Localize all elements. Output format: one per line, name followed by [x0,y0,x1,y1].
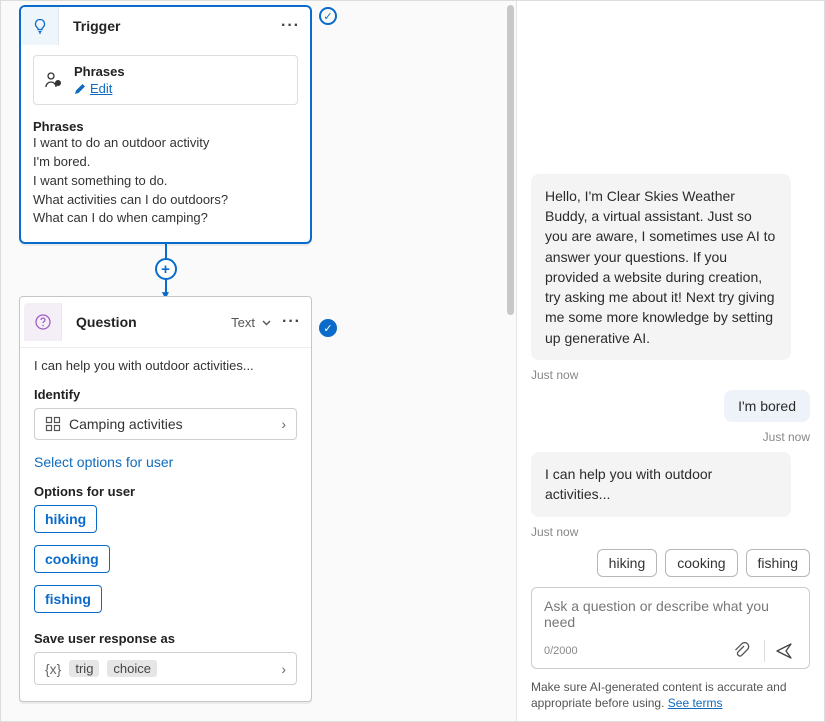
variable-picker[interactable]: {x} trig choice › [34,652,297,685]
phrases-list: I want to do an outdoor activity I'm bor… [33,134,298,228]
send-icon [775,642,793,660]
chat-input[interactable]: Ask a question or describe what you need… [531,587,810,669]
question-node[interactable]: Question Text ··· I can help you with ou… [19,296,312,702]
pencil-icon [74,83,86,95]
trigger-header: Trigger ··· [21,7,310,45]
question-body: I can help you with outdoor activities..… [20,348,311,701]
timestamp: Just now [763,430,810,444]
phrases-card[interactable]: Phrases Edit [33,55,298,105]
question-header: Question Text ··· [20,297,311,348]
chevron-right-icon: › [281,416,286,432]
question-title: Question [62,314,231,330]
phrases-heading: Phrases [33,119,298,134]
select-options-link[interactable]: Select options for user [34,454,173,470]
suggested-chip[interactable]: fishing [746,549,810,577]
question-more-button[interactable]: ··· [282,313,301,331]
suggested-chip[interactable]: hiking [597,549,658,577]
trigger-title: Trigger [59,18,281,34]
phrases-card-title: Phrases [74,64,125,79]
chat-messages: Hello, I'm Clear Skies Weather Buddy, a … [517,1,824,583]
ai-disclaimer: Make sure AI-generated content is accura… [531,679,810,711]
suggested-actions: hiking cooking fishing [597,549,810,577]
phrase-item: What activities can I do outdoors? [33,191,298,210]
variable-icon: {x} [45,661,61,677]
option-chip[interactable]: hiking [34,505,97,533]
test-chat-panel: Hello, I'm Clear Skies Weather Buddy, a … [517,1,824,721]
options-label: Options for user [34,484,297,499]
chat-input-footer: 0/2000 [544,640,797,662]
suggested-chip[interactable]: cooking [665,549,737,577]
trigger-valid-icon: ✓ [319,7,337,25]
add-node-connector: + ▼ [19,244,312,296]
chevron-down-icon[interactable] [261,317,272,328]
trigger-more-button[interactable]: ··· [281,17,300,35]
phrase-item: I'm bored. [33,153,298,172]
option-chip[interactable]: fishing [34,585,102,613]
user-message: I'm bored [724,390,810,422]
question-type-label[interactable]: Text [231,315,255,330]
phrase-item: What can I do when camping? [33,209,298,228]
chat-input-area: Ask a question or describe what you need… [517,583,824,721]
question-message-text: I can help you with outdoor activities..… [34,358,297,373]
trigger-body: Phrases Edit Phrases I want to do an out… [21,45,310,242]
see-terms-link[interactable]: See terms [668,696,723,710]
chat-placeholder: Ask a question or describe what you need [544,598,797,636]
person-speech-icon [44,70,64,90]
timestamp: Just now [531,368,578,382]
paperclip-icon [732,642,750,660]
authoring-canvas: ✓ ✓ Trigger ··· Phrases Edit [1,1,517,721]
option-chip[interactable]: cooking [34,545,110,573]
trigger-node[interactable]: Trigger ··· Phrases Edit Phrases I want … [19,5,312,244]
phrase-item: I want something to do. [33,172,298,191]
identify-label: Identify [34,387,297,402]
char-count: 0/2000 [544,645,578,657]
identify-entity-picker[interactable]: Camping activities › [34,408,297,440]
variable-part: trig [69,660,99,677]
send-button[interactable] [764,640,797,662]
timestamp: Just now [531,525,578,539]
options-list: hiking cooking fishing [34,505,297,625]
attach-button[interactable] [728,640,754,662]
question-valid-icon: ✓ [319,319,337,337]
phrase-item: I want to do an outdoor activity [33,134,298,153]
variable-part: choice [107,660,157,677]
bot-message: Hello, I'm Clear Skies Weather Buddy, a … [531,174,791,360]
chevron-right-icon: › [281,661,286,677]
add-step-button[interactable]: + [155,258,177,280]
question-icon [24,303,62,341]
bot-message: I can help you with outdoor activities..… [531,452,791,517]
identify-value: Camping activities [69,416,183,432]
save-response-label: Save user response as [34,631,297,646]
lightbulb-icon [21,7,59,45]
entity-icon [45,416,61,432]
edit-phrases-link[interactable]: Edit [74,81,125,96]
canvas-scrollbar[interactable] [507,5,514,315]
